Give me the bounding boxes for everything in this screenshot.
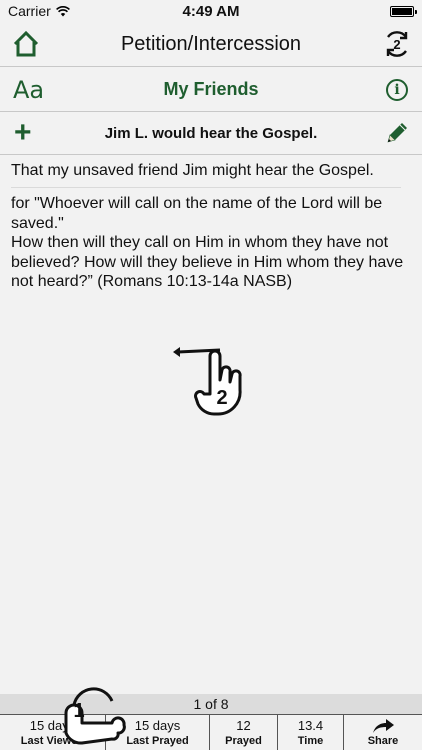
swipe-step-number: 2 [216,387,227,409]
time-button[interactable]: 13.4 Time [278,715,344,750]
status-left: Carrier [8,3,70,19]
wifi-icon [55,5,70,16]
cycle-count-label: 2 [393,37,400,52]
last-prayed-value: 15 days [134,718,181,733]
request-title: Jim L. would hear the Gospel. [104,124,318,142]
page-title: Petition/Intercession [120,32,302,55]
category-header: Aa My Friends i [0,66,422,112]
pencil-icon[interactable] [384,120,410,146]
add-request-button[interactable]: + [14,118,32,148]
tap-gesture-icon: 1 [64,687,126,745]
request-text: That my unsaved friend Jim might hear th… [11,160,401,188]
prayed-count-value: 12 [236,718,251,733]
swipe-gesture-icon: 2 [173,347,242,416]
carrier-label: Carrier [8,3,51,19]
share-label: Share [367,735,399,747]
share-arrow-icon [373,719,394,733]
tap-step-number: 1 [73,700,84,722]
time-label: Time [297,735,324,747]
time-value: 13.4 [297,718,324,733]
category-title[interactable]: My Friends [163,79,258,100]
nav-bar: Petition/Intercession 2 [0,22,422,66]
font-size-button[interactable]: Aa [13,76,44,104]
info-icon[interactable]: i [386,79,408,101]
cycle-count-icon[interactable]: 2 [382,29,412,59]
scripture-text: for "Whoever will call on the name of th… [11,195,404,290]
share-button[interactable]: Share [344,715,422,750]
home-icon[interactable] [12,30,40,58]
prayed-count-button[interactable]: 12 Prayed [210,715,278,750]
prayed-count-label: Prayed [225,735,262,747]
status-bar: Carrier 4:49 AM [0,0,422,22]
request-header: + Jim L. would hear the Gospel. [0,112,422,155]
request-content: That my unsaved friend Jim might hear th… [0,156,422,296]
battery-icon [390,5,417,17]
